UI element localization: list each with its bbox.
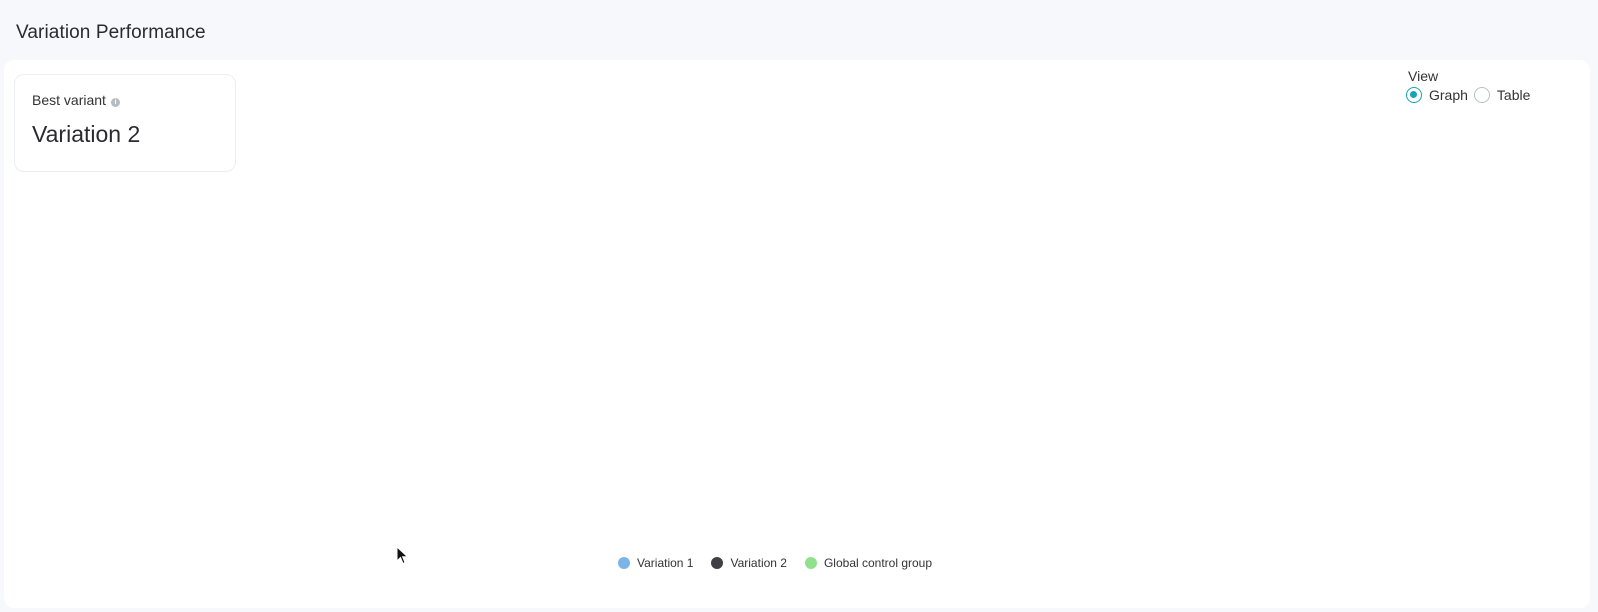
best-variant-value: Variation 2 [32, 121, 141, 147]
info-icon[interactable]: i [110, 97, 120, 107]
legend-item-variation-1[interactable]: Variation 1 [618, 556, 693, 570]
legend-item-global-control-group[interactable]: Global control group [804, 556, 933, 570]
performance-card: Best variant i Variation 2 View Graph Ta… [4, 60, 1590, 608]
view-option-graph[interactable]: Graph [1406, 87, 1468, 103]
best-variant-label-row: Best variant i [32, 92, 120, 108]
view-option-table-label: Table [1496, 87, 1531, 103]
legend-label-variation-2: Variation 2 [730, 556, 787, 570]
view-option-table[interactable]: Table [1473, 87, 1531, 103]
mouse-pointer-icon [396, 546, 409, 565]
chart-legend: Variation 1 Variation 2 Global control g… [618, 556, 932, 570]
radio-unselected-icon[interactable] [1473, 87, 1490, 103]
legend-label-variation-1: Variation 1 [637, 556, 694, 570]
legend-item-variation-2[interactable]: Variation 2 [711, 556, 787, 570]
view-label: View [1408, 68, 1439, 84]
legend-label-global-control-group: Global control group [823, 556, 933, 570]
legend-dot-global-control-group [804, 557, 817, 569]
legend-dot-variation-1 [618, 557, 630, 569]
view-toggle: View Graph Table [1406, 68, 1530, 103]
legend-dot-variation-2 [711, 557, 724, 569]
best-variant-card: Best variant i Variation 2 [14, 74, 236, 172]
view-option-graph-label: Graph [1429, 87, 1468, 103]
best-variant-label: Best variant [32, 92, 106, 108]
radio-selected-icon[interactable] [1406, 87, 1422, 103]
